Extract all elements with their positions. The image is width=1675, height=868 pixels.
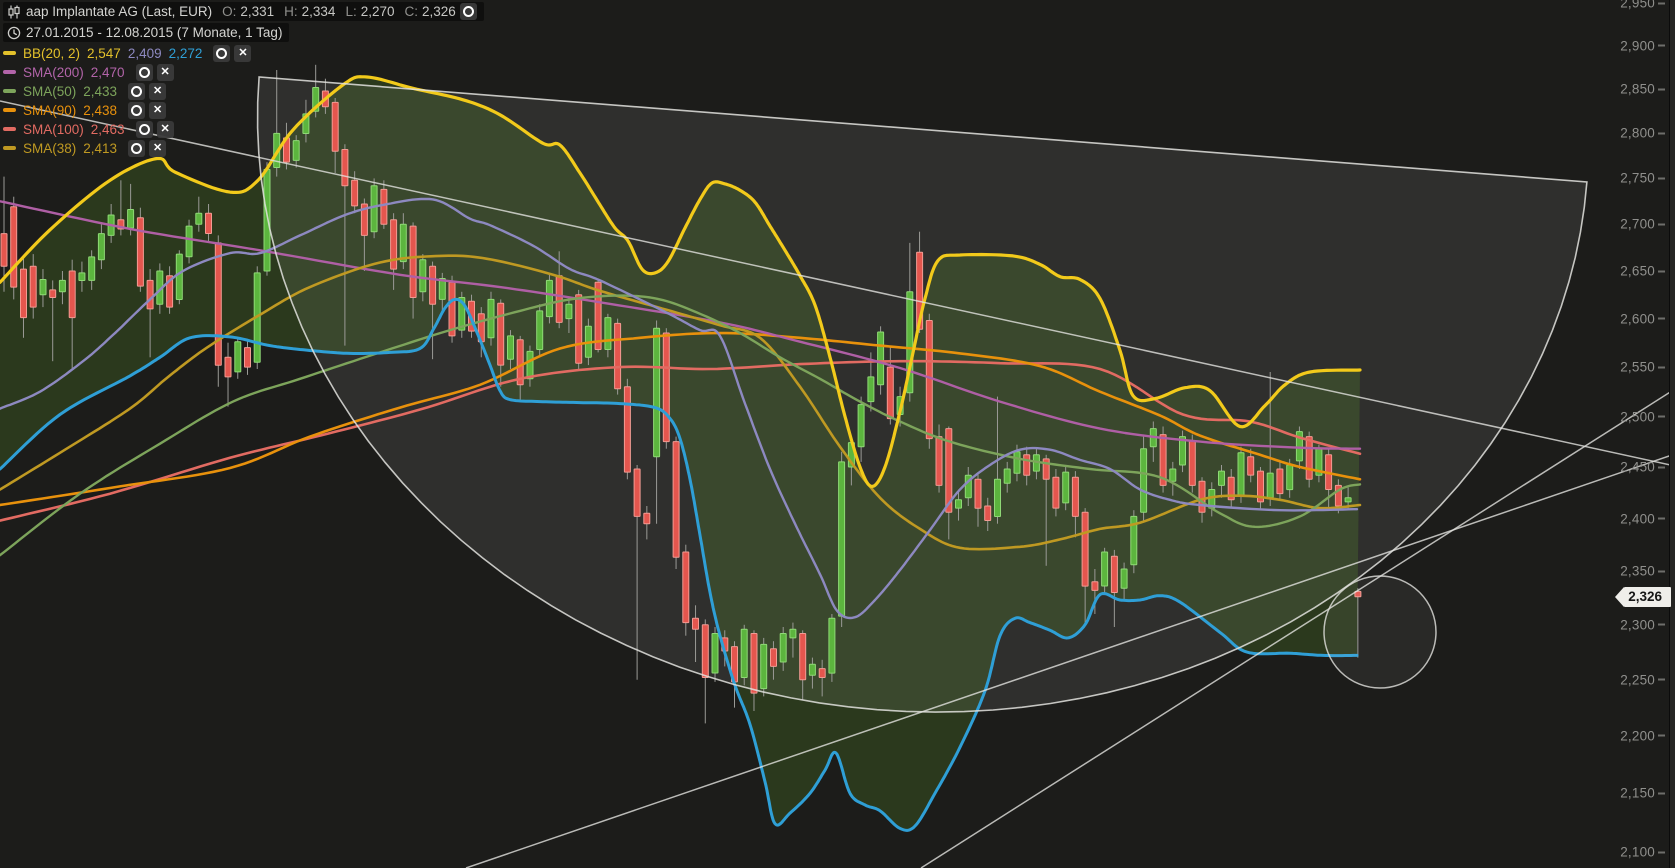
close-icon: ✕ bbox=[160, 67, 169, 78]
close-icon: ✕ bbox=[153, 105, 162, 116]
price-tag-value: 2,326 bbox=[1624, 587, 1671, 607]
price-axis-tick: 2,200 bbox=[1620, 728, 1665, 743]
ohlc-low-label: L: bbox=[345, 4, 356, 19]
last-price-tag: 2,326 bbox=[1615, 587, 1671, 607]
sma38-color-dash-icon bbox=[3, 146, 16, 150]
price-tag-arrow-icon bbox=[1615, 587, 1624, 607]
eye-icon bbox=[216, 48, 227, 59]
sma100-value: 2,463 bbox=[91, 122, 125, 137]
ohlc-open-label: O: bbox=[222, 4, 236, 19]
bb-remove-button[interactable]: ✕ bbox=[234, 45, 251, 62]
price-axis-tick: 2,750 bbox=[1620, 171, 1665, 186]
price-axis[interactable]: 2,950 2,900 2,850 2,800 2,750 2,700 2,650 2,600… bbox=[1605, 0, 1675, 868]
eye-icon bbox=[131, 143, 142, 154]
bb-lower-value: 2,272 bbox=[169, 46, 203, 61]
sma50-color-dash-icon bbox=[3, 89, 16, 93]
sma100-visibility-button[interactable] bbox=[136, 121, 153, 138]
sma50-visibility-button[interactable] bbox=[128, 83, 145, 100]
date-range-text: 27.01.2015 - 12.08.2015 (7 Monate, 1 Tag… bbox=[26, 25, 282, 40]
sma38-remove-button[interactable]: ✕ bbox=[149, 140, 166, 157]
sma38-visibility-button[interactable] bbox=[128, 140, 145, 157]
legend-indicator-sma200[interactable]: SMA(200) 2,470 ✕ bbox=[3, 64, 484, 81]
price-axis-tick: 2,900 bbox=[1620, 38, 1665, 53]
sma200-value: 2,470 bbox=[91, 65, 125, 80]
close-icon: ✕ bbox=[238, 48, 247, 59]
ohlc-open-value: 2,331 bbox=[240, 4, 274, 19]
close-icon: ✕ bbox=[160, 124, 169, 135]
sma100-color-dash-icon bbox=[3, 127, 16, 131]
price-axis-tick: 2,150 bbox=[1620, 786, 1665, 801]
sma90-visibility-button[interactable] bbox=[128, 102, 145, 119]
sma90-color-dash-icon bbox=[3, 108, 16, 112]
sma38-value: 2,413 bbox=[83, 141, 117, 156]
legend-indicator-sma38[interactable]: SMA(38) 2,413 ✕ bbox=[3, 140, 484, 157]
instrument-title-row[interactable]: aap Implantate AG (Last, EUR) O: 2,331 H… bbox=[3, 2, 484, 21]
clock-icon bbox=[6, 25, 21, 40]
bb-upper-value: 2,547 bbox=[87, 46, 121, 61]
sma90-remove-button[interactable]: ✕ bbox=[149, 102, 166, 119]
eye-icon bbox=[139, 67, 150, 78]
chart-application-window: 2,950 2,900 2,850 2,800 2,750 2,700 2,650 2,600… bbox=[0, 0, 1675, 868]
sma90-name: SMA(90) bbox=[23, 103, 76, 118]
price-axis-tick: 2,950 bbox=[1620, 0, 1665, 11]
instrument-name: aap Implantate AG (Last, EUR) bbox=[26, 4, 212, 19]
bb-color-dash-icon bbox=[3, 51, 16, 55]
sma200-remove-button[interactable]: ✕ bbox=[157, 64, 174, 81]
candlestick-chart-type-icon bbox=[6, 4, 21, 19]
price-axis-tick: 2,650 bbox=[1620, 264, 1665, 279]
legend-indicator-sma100[interactable]: SMA(100) 2,463 ✕ bbox=[3, 121, 484, 138]
date-range-row[interactable]: 27.01.2015 - 12.08.2015 (7 Monate, 1 Tag… bbox=[3, 23, 289, 42]
sma90-value: 2,438 bbox=[83, 103, 117, 118]
sma200-name: SMA(200) bbox=[23, 65, 84, 80]
sma50-value: 2,433 bbox=[83, 84, 117, 99]
price-axis-tick: 2,350 bbox=[1620, 564, 1665, 579]
sma38-name: SMA(38) bbox=[23, 141, 76, 156]
eye-icon bbox=[131, 105, 142, 116]
price-axis-tick: 2,300 bbox=[1620, 617, 1665, 632]
price-axis-tick: 2,450 bbox=[1620, 460, 1665, 475]
price-axis-tick: 2,100 bbox=[1620, 845, 1665, 860]
price-axis-border bbox=[1669, 0, 1675, 868]
eye-icon bbox=[139, 124, 150, 135]
legend-indicator-sma50[interactable]: SMA(50) 2,433 ✕ bbox=[3, 83, 484, 100]
price-axis-tick: 2,850 bbox=[1620, 82, 1665, 97]
close-icon: ✕ bbox=[153, 143, 162, 154]
price-axis-tick: 2,800 bbox=[1620, 126, 1665, 141]
ohlc-close-label: C: bbox=[405, 4, 419, 19]
sma50-name: SMA(50) bbox=[23, 84, 76, 99]
bb-middle-value: 2,409 bbox=[128, 46, 162, 61]
price-axis-tick: 2,500 bbox=[1620, 409, 1665, 424]
legend-indicator-sma90[interactable]: SMA(90) 2,438 ✕ bbox=[3, 102, 484, 119]
ohlc-close-value: 2,326 bbox=[422, 4, 456, 19]
sma100-remove-button[interactable]: ✕ bbox=[157, 121, 174, 138]
sma200-color-dash-icon bbox=[3, 70, 16, 74]
price-axis-tick: 2,250 bbox=[1620, 672, 1665, 687]
ohlc-low-value: 2,270 bbox=[361, 4, 395, 19]
close-icon: ✕ bbox=[153, 86, 162, 97]
chart-legend: aap Implantate AG (Last, EUR) O: 2,331 H… bbox=[3, 2, 484, 159]
bb-name: BB(20, 2) bbox=[23, 46, 80, 61]
price-axis-tick: 2,550 bbox=[1620, 360, 1665, 375]
ohlc-high-value: 2,334 bbox=[302, 4, 336, 19]
instrument-visibility-button[interactable] bbox=[460, 3, 477, 20]
price-axis-tick: 2,700 bbox=[1620, 217, 1665, 232]
eye-icon bbox=[131, 86, 142, 97]
price-axis-tick: 2,400 bbox=[1620, 511, 1665, 526]
ohlc-high-label: H: bbox=[284, 4, 298, 19]
price-axis-tick: 2,600 bbox=[1620, 311, 1665, 326]
drawing-circle[interactable] bbox=[1324, 576, 1436, 688]
bb-visibility-button[interactable] bbox=[213, 45, 230, 62]
sma100-name: SMA(100) bbox=[23, 122, 84, 137]
legend-indicator-bb[interactable]: BB(20, 2) 2,547 2,409 2,272 ✕ bbox=[3, 45, 484, 62]
eye-icon bbox=[463, 6, 474, 17]
sma50-remove-button[interactable]: ✕ bbox=[149, 83, 166, 100]
sma200-visibility-button[interactable] bbox=[136, 64, 153, 81]
